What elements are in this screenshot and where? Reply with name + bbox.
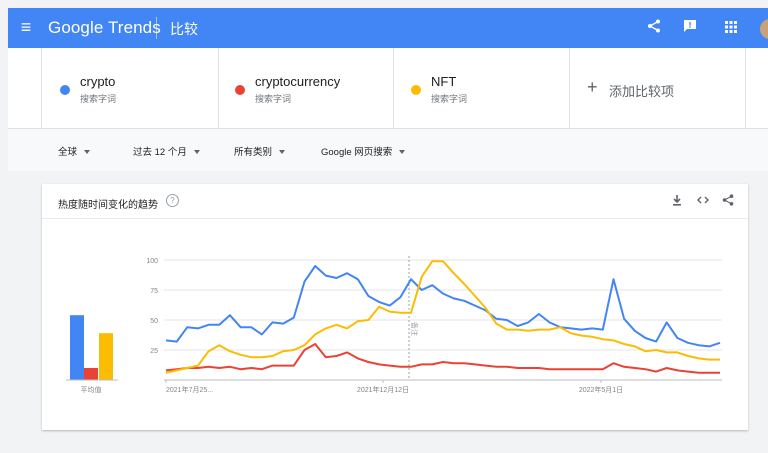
average-bar-cryptocurrency (84, 368, 98, 380)
chart-series (165, 260, 721, 374)
x-tick-label: 2022年5月1日 (579, 385, 623, 394)
category-value: 所有类别 (234, 147, 273, 158)
series-line-NFT (165, 260, 720, 374)
filter-bar: 全球 过去 12 个月 所有类别 Google 网页搜索 (8, 128, 768, 171)
region-value: 全球 (58, 147, 78, 158)
average-label: 平均值 (81, 385, 102, 394)
chevron-down-icon (279, 150, 286, 155)
search-type-dropdown[interactable]: Google 网页搜索 (321, 144, 406, 158)
term-name: crypto (80, 74, 116, 89)
x-tick-label: 2021年7月25... (166, 385, 213, 394)
chevron-down-icon (193, 150, 200, 155)
term-type: 搜索字词 (255, 94, 292, 104)
region-dropdown[interactable]: 全球 (58, 144, 91, 158)
top-app-bar: ≡ Google Trends 比较 (8, 8, 768, 48)
interest-over-time-card: 热度随时间变化的趋势 ? 25 50 75 100 备注 2021年7月25... 2021… (42, 184, 748, 430)
chart-gridlines (164, 256, 722, 383)
term-card-cryptocurrency[interactable]: cryptocurrency 搜索字词 (217, 48, 394, 128)
term-color-dot (411, 85, 421, 95)
logo-google-text: Google (48, 18, 104, 37)
term-name: NFT (431, 74, 457, 89)
term-name: cryptocurrency (255, 74, 341, 89)
time-range-dropdown[interactable]: 过去 12 个月 (133, 144, 200, 158)
trend-chart: 25 50 75 100 备注 2021年7月25... 2021年12月12日 2022年5… (66, 256, 722, 394)
search-type-value: Google 网页搜索 (321, 147, 393, 158)
add-comparison-button[interactable]: + 添加比较项 (569, 48, 746, 128)
x-tick-label: 2021年12月12日 (357, 385, 409, 394)
menu-icon[interactable]: ≡ (16, 17, 36, 37)
share-icon[interactable] (644, 18, 664, 38)
apps-icon[interactable] (721, 18, 741, 38)
page-title: 比较 (170, 21, 198, 37)
series-line-crypto (165, 265, 721, 348)
header-divider (156, 17, 157, 39)
average-bars (66, 315, 118, 381)
term-color-dot (235, 85, 245, 95)
term-type: 搜索字词 (80, 94, 117, 104)
annotation-label: 备注 (410, 322, 419, 336)
feedback-icon[interactable] (680, 18, 700, 38)
term-color-dot (60, 85, 70, 95)
time-range-value: 过去 12 个月 (133, 147, 187, 158)
y-tick-label: 50 (150, 318, 158, 325)
logo-trends-text: Trends (107, 18, 161, 37)
term-card-nft[interactable]: NFT 搜索字词 (393, 48, 570, 128)
term-card-crypto[interactable]: crypto 搜索字词 (41, 48, 219, 128)
chevron-down-icon (84, 150, 91, 155)
term-type: 搜索字词 (431, 94, 468, 104)
average-bar-crypto (70, 315, 84, 380)
y-tick-label: 75 (150, 288, 158, 295)
average-bar-NFT (99, 333, 113, 380)
avatar[interactable] (760, 19, 768, 39)
category-dropdown[interactable]: 所有类别 (234, 144, 286, 158)
y-tick-label: 25 (150, 348, 158, 355)
chevron-down-icon (399, 150, 406, 155)
plus-icon: + (587, 77, 598, 97)
google-trends-logo[interactable]: Google Trends (48, 18, 161, 38)
comparison-terms-bar: crypto 搜索字词 cryptocurrency 搜索字词 NFT 搜索字词… (8, 48, 768, 128)
y-tick-label: 100 (146, 258, 158, 265)
add-comparison-label: 添加比较项 (609, 84, 675, 99)
